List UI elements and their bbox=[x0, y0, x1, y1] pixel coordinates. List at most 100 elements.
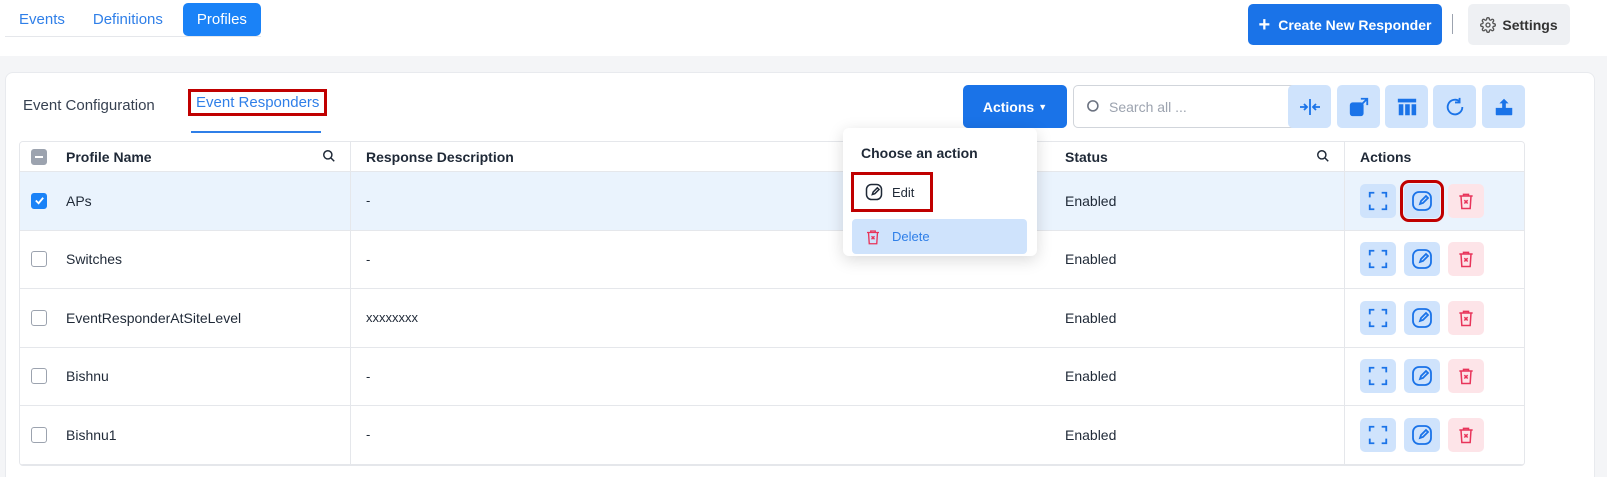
status-text: Enabled bbox=[1065, 368, 1117, 385]
row-actions-cell bbox=[1345, 289, 1524, 347]
table-header: Profile Name Response Description Status… bbox=[20, 142, 1524, 172]
table-row[interactable]: Bishnu - Enabled bbox=[20, 347, 1524, 406]
profile-name: APs bbox=[66, 192, 92, 209]
refresh-button[interactable] bbox=[1433, 85, 1476, 128]
response-description: - bbox=[366, 427, 371, 443]
refresh-icon bbox=[1446, 97, 1463, 115]
table-body: APs - Enabled Switches - Enabled EventResponde… bbox=[20, 172, 1524, 465]
trash-icon bbox=[1459, 427, 1473, 443]
table-row[interactable]: Switches - Enabled bbox=[20, 230, 1524, 289]
response-description: - bbox=[366, 193, 371, 209]
row-select-cell bbox=[20, 348, 58, 406]
row-checkbox[interactable] bbox=[31, 192, 47, 209]
collapse-columns-icon bbox=[1299, 98, 1320, 115]
export-icon bbox=[1349, 97, 1368, 116]
status-cell: Enabled bbox=[1045, 347, 1345, 405]
table-row[interactable]: Bishnu1 - Enabled bbox=[20, 406, 1524, 465]
edit-icon bbox=[865, 183, 883, 201]
export-button[interactable] bbox=[1337, 85, 1380, 128]
profile-name-cell: Switches bbox=[58, 230, 351, 288]
actions-label: Actions bbox=[982, 98, 1035, 115]
edit-button[interactable] bbox=[1404, 359, 1440, 394]
row-actions-cell bbox=[1345, 231, 1524, 289]
expand-icon bbox=[1368, 367, 1388, 386]
checkmark-icon bbox=[34, 197, 44, 205]
row-actions-cell bbox=[1345, 348, 1524, 406]
status-cell: Enabled bbox=[1045, 230, 1345, 288]
search-box[interactable] bbox=[1073, 85, 1310, 128]
table-row[interactable]: APs - Enabled bbox=[20, 172, 1524, 231]
create-new-responder-button[interactable]: + Create New Responder bbox=[1248, 4, 1442, 45]
status-cell: Enabled bbox=[1045, 406, 1345, 464]
column-header-status: Status bbox=[1045, 142, 1345, 171]
expand-button[interactable] bbox=[1360, 242, 1396, 277]
expand-button[interactable] bbox=[1360, 183, 1396, 218]
active-tab-underline bbox=[191, 131, 321, 133]
column-label: Actions bbox=[1360, 148, 1412, 165]
response-description: - bbox=[366, 368, 371, 384]
column-search-icon[interactable] bbox=[322, 149, 336, 163]
actions-dropdown-button[interactable]: Actions ▼ bbox=[963, 85, 1067, 128]
edit-icon bbox=[1412, 307, 1432, 328]
tab-event-configuration[interactable]: Event Configuration bbox=[23, 97, 155, 114]
trash-icon bbox=[867, 229, 879, 244]
profile-name: EventResponderAtSiteLevel bbox=[66, 309, 242, 326]
settings-button[interactable]: Settings bbox=[1468, 4, 1570, 45]
tab-profiles[interactable]: Profiles bbox=[182, 3, 261, 36]
column-layout-button[interactable] bbox=[1385, 85, 1428, 128]
expand-button[interactable] bbox=[1360, 300, 1396, 335]
delete-button[interactable] bbox=[1448, 242, 1484, 277]
row-checkbox[interactable] bbox=[31, 309, 47, 326]
column-search-icon[interactable] bbox=[1316, 149, 1330, 163]
dropdown-delete-item[interactable]: Delete bbox=[852, 219, 1027, 254]
dropdown-edit-item[interactable]: Edit bbox=[851, 172, 933, 212]
row-checkbox[interactable] bbox=[31, 251, 47, 268]
edit-button[interactable] bbox=[1404, 300, 1440, 335]
edit-label: Edit bbox=[892, 184, 915, 200]
column-header-profile-name: Profile Name bbox=[58, 142, 351, 171]
status-text: Enabled bbox=[1065, 192, 1117, 209]
delete-button[interactable] bbox=[1448, 359, 1484, 394]
search-icon bbox=[1087, 100, 1099, 112]
expand-icon bbox=[1368, 425, 1388, 444]
column-label: Response Description bbox=[366, 148, 514, 165]
tab-event-responders[interactable]: Event Responders bbox=[188, 89, 328, 116]
actions-dropdown-menu: Choose an action Edit Delete bbox=[843, 128, 1037, 256]
tab-events[interactable]: Events bbox=[5, 3, 79, 36]
row-select-cell bbox=[20, 172, 58, 230]
caret-down-icon: ▼ bbox=[1038, 101, 1048, 112]
edit-icon bbox=[1412, 249, 1432, 270]
row-select-cell bbox=[20, 231, 58, 289]
row-actions-cell bbox=[1345, 172, 1524, 230]
column-label: Status bbox=[1065, 148, 1108, 165]
upload-button[interactable] bbox=[1482, 85, 1525, 128]
expand-button[interactable] bbox=[1360, 359, 1396, 394]
main-card: Event Configuration Event Responders Act… bbox=[5, 72, 1595, 477]
delete-button[interactable] bbox=[1448, 300, 1484, 335]
responders-table: Profile Name Response Description Status… bbox=[19, 141, 1525, 466]
column-header-actions: Actions bbox=[1345, 142, 1524, 171]
indeterminate-mark bbox=[35, 155, 43, 158]
edit-button[interactable] bbox=[1404, 242, 1440, 277]
tab-definitions[interactable]: Definitions bbox=[79, 3, 177, 36]
gear-icon bbox=[1480, 16, 1497, 33]
search-input[interactable] bbox=[1109, 98, 1299, 115]
trash-icon bbox=[1459, 193, 1473, 209]
collapse-columns-button[interactable] bbox=[1288, 85, 1331, 128]
description-cell: - bbox=[351, 348, 1045, 406]
select-all-checkbox[interactable] bbox=[31, 148, 47, 165]
expand-button[interactable] bbox=[1360, 417, 1396, 452]
edit-button[interactable] bbox=[1400, 179, 1444, 222]
row-actions-cell bbox=[1345, 406, 1524, 464]
delete-button[interactable] bbox=[1448, 183, 1484, 218]
row-checkbox[interactable] bbox=[31, 426, 47, 443]
profile-name-cell: APs bbox=[58, 172, 351, 230]
edit-button[interactable] bbox=[1404, 417, 1440, 452]
table-row[interactable]: EventResponderAtSiteLevel xxxxxxxx Enabled bbox=[20, 289, 1524, 348]
description-cell: xxxxxxxx bbox=[351, 289, 1045, 347]
profile-name: Bishnu bbox=[66, 368, 109, 385]
main-nav-tabs: Events Definitions Profiles bbox=[5, 3, 261, 37]
delete-button[interactable] bbox=[1448, 417, 1484, 452]
row-checkbox[interactable] bbox=[31, 368, 47, 385]
create-new-responder-label: Create New Responder bbox=[1278, 16, 1432, 33]
